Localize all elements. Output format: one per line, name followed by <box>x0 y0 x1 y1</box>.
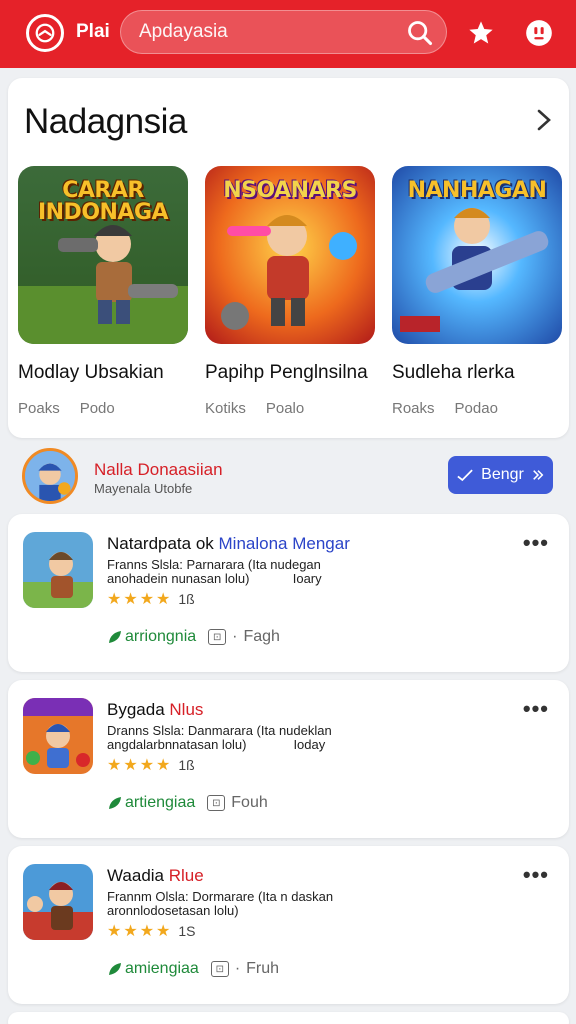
top-app-bar: Plai <box>0 0 576 68</box>
game-art: CARAR INDONAGA <box>18 166 188 344</box>
item-footer: artiengiaa ⊡ Fouh <box>107 794 268 812</box>
item-description: Frannm Olsla: Dormarare (Ita n daskan aro… <box>107 890 407 918</box>
star-icon[interactable] <box>464 16 498 50</box>
game-art-title: NSOANARS <box>223 178 357 203</box>
version-info: ⊡ · Fruh <box>210 960 280 978</box>
star-icon: ★★★★ <box>107 923 173 940</box>
leaf-icon <box>109 963 121 975</box>
item-description-line: anohadein nunasan lolu) Ioary <box>107 571 322 586</box>
version-label: Fagh <box>243 628 280 645</box>
item-title: Bygada Nlus <box>107 700 203 720</box>
game-card[interactable]: NSOANARS Papihp Penglnsilna Kotiks Poalo <box>205 166 375 417</box>
publisher-name[interactable]: Nalla Donaasiian <box>94 460 223 480</box>
category-label: arriongnia <box>125 628 197 645</box>
version-icon: ⊡ <box>210 961 229 977</box>
item-title-accent: Rlue <box>168 866 204 885</box>
logo-icon[interactable] <box>26 14 64 52</box>
leaf-icon <box>109 797 121 809</box>
avatar[interactable] <box>22 448 78 504</box>
game-art-title: CARAR INDONAGA <box>37 178 169 225</box>
rating: ★★★★ 1ß <box>107 755 195 775</box>
category-tag[interactable]: arriongnia <box>107 628 196 646</box>
item-title: Waadia Rlue <box>107 866 204 886</box>
game-meta-left: Kotiks <box>205 400 246 417</box>
item-title-main: Natardpata ok <box>107 534 219 553</box>
game-meta-left: Roaks <box>392 400 435 417</box>
item-description-line: Frannm Olsla: Dormarare (Ita n daskan <box>107 889 334 904</box>
list-item[interactable]: Bygada Nlus Dranns Slsla: Danmarara (Ita… <box>8 680 569 838</box>
game-meta-left: Poaks <box>18 400 60 417</box>
publisher-row: Nalla Donaasiian Mayenala Utobfe Bengr <box>8 446 569 508</box>
search-input[interactable] <box>121 21 391 43</box>
item-title-accent: Minalona Mengar <box>218 534 350 553</box>
rating: ★★★★ 1ß <box>107 589 195 609</box>
check-icon <box>457 469 473 481</box>
version-label: Fouh <box>231 794 268 811</box>
game-meta-right: Poalo <box>265 400 305 417</box>
category-label: artiengiaa <box>125 794 196 811</box>
section-title: Nadagnsia <box>24 102 187 141</box>
version-icon: ⊡ <box>207 795 226 811</box>
app-icon <box>23 698 93 774</box>
version-label: Fruh <box>246 960 280 977</box>
rating-count: 1S <box>178 923 196 939</box>
item-description-line: Dranns Slsla: Danmarara (Ita nudeklan <box>107 723 332 738</box>
follow-button[interactable]: Bengr <box>448 456 553 494</box>
account-icon[interactable] <box>522 16 556 50</box>
app-icon <box>23 864 93 940</box>
item-title-main: Waadia <box>107 866 169 885</box>
game-card[interactable]: CARAR INDONAGA Modlay Ubsakian Poaks Podo <box>18 166 188 417</box>
game-art: NSOANARS <box>205 166 375 344</box>
category-tag[interactable]: artiengiaa <box>107 794 195 812</box>
item-title-accent: Nlus <box>169 700 204 719</box>
featured-section: Nadagnsia CARAR INDONAGA Modlay Ubsakian… <box>8 78 569 438</box>
rating-count: 1ß <box>178 757 195 773</box>
game-meta-right: Podo <box>79 400 115 417</box>
game-meta: Poaks Podo <box>18 400 188 417</box>
item-footer: amiengiaa ⊡ · Fruh <box>107 960 279 978</box>
leaf-icon <box>109 631 121 643</box>
item-description-line: angdalarbnnatasan lolu) Ioday <box>107 737 326 752</box>
item-description: Franns Slsla: Parnarara (Ita nudegan anoh… <box>107 558 407 586</box>
follow-button-label: Bengr <box>481 466 524 483</box>
item-description-line: aronnlodosetasan lolu) <box>107 903 239 918</box>
item-footer: arriongnia ⊡ · Fagh <box>107 628 280 646</box>
item-title-main: Bygada <box>107 700 170 719</box>
rating-count: 1ß <box>178 591 195 607</box>
item-description: Dranns Slsla: Danmarara (Ita nudeklan ang… <box>107 724 407 752</box>
search-bar[interactable] <box>120 10 447 54</box>
item-description-line: Franns Slsla: Parnarara (Ita nudegan <box>107 557 321 572</box>
game-card[interactable]: NANHAGAN Sudleha rlerka Roaks Podao <box>392 166 562 417</box>
star-icon: ★★★★ <box>107 757 173 774</box>
game-name: Papihp Penglnsilna <box>205 362 368 383</box>
more-options-icon[interactable]: ••• <box>523 696 549 722</box>
list-item[interactable]: Natardpata ok Minalona Mengar Franns Sls… <box>8 514 569 672</box>
item-title: Natardpata ok Minalona Mengar <box>107 534 350 554</box>
game-name: Modlay Ubsakian <box>18 362 164 383</box>
search-icon[interactable] <box>406 19 434 47</box>
star-icon: ★★★★ <box>107 591 173 608</box>
brand-name: Plai <box>76 21 110 42</box>
game-meta: Kotiks Poalo <box>205 400 375 417</box>
category-tag[interactable]: amiengiaa <box>107 960 199 978</box>
version-info: ⊡ · Fagh <box>208 628 280 646</box>
more-options-icon[interactable]: ••• <box>523 862 549 888</box>
app-icon <box>23 532 93 608</box>
version-info: ⊡ Fouh <box>207 794 268 812</box>
chevron-right-icon <box>533 470 544 480</box>
game-meta-right: Podao <box>454 400 498 417</box>
list-item[interactable]: Waadia Rlue Frannm Olsla: Dormarare (Ita… <box>8 846 569 1004</box>
game-art: NANHAGAN <box>392 166 562 344</box>
chevron-right-icon[interactable] <box>533 106 555 134</box>
game-name: Sudleha rlerka <box>392 362 515 383</box>
game-art-title: NANHAGAN <box>407 178 547 203</box>
game-meta: Roaks Podao <box>392 400 562 417</box>
category-label: amiengiaa <box>125 960 199 977</box>
publisher-subtitle: Mayenala Utobfe <box>94 481 193 496</box>
version-icon: ⊡ <box>208 629 227 645</box>
list-item-partial <box>8 1012 569 1024</box>
more-options-icon[interactable]: ••• <box>523 530 549 556</box>
rating: ★★★★ 1S <box>107 921 196 941</box>
